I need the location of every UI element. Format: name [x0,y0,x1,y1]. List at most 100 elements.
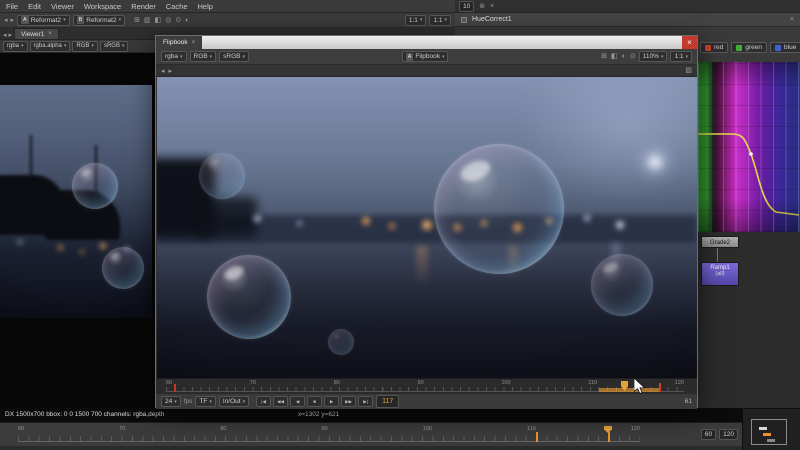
channel-toggle-button[interactable]: blue [770,42,800,53]
range-end-field[interactable]: 120 [719,429,738,440]
viewer-tool-icon[interactable]: ◐ [622,51,626,62]
viewer-tool-icon[interactable]: ⊙ [630,51,636,62]
flipbook-tool-icons: ⊞ ◧ ◐ ⊙ [601,51,636,62]
hue-curve-editor[interactable] [698,62,799,232]
viewer-tool-icon[interactable]: ⊙ [175,15,181,26]
flipbook-timeline[interactable]: 60708090100110120 [156,378,697,393]
flipbook-input-dropdown[interactable]: A Flipbook ▾ [402,51,449,62]
channel-dropdown[interactable]: RGB ▾ [72,41,98,52]
menu-item[interactable]: File [6,2,18,11]
node-grade2[interactable]: Grade2 [701,236,739,248]
next-arrow-icon[interactable]: ▸ [11,16,15,24]
proxy-dropdown[interactable]: 1:1 ▾ [670,51,692,62]
playback-button[interactable]: ◀◀ [273,396,288,407]
flipbook-nav-strip: ◂ ▸ ▨ [156,65,697,77]
channel-toggle-button[interactable]: green [731,42,767,53]
tab-label: Viewer1 [21,31,44,38]
in-point-marker[interactable] [174,384,176,392]
out-point-marker[interactable] [659,383,661,392]
viewer-tool-icon[interactable]: ◐ [185,15,189,26]
menu-item[interactable]: Workspace [84,2,121,11]
tab-viewer1[interactable]: Viewer1 × [14,28,59,39]
global-timeline[interactable]: 60708090100110120 60 120 [0,422,742,446]
next-arrow-icon[interactable]: ▸ [9,31,13,39]
status-bar: DX 1500x700 bbox: 0 0 1500 700 channels:… [0,408,742,422]
menu-item[interactable]: Cache [166,2,188,11]
zoom-dropdown[interactable]: 110% ▾ [639,51,668,62]
current-frame-field[interactable]: 117 [376,395,399,408]
viewer-tool-icon[interactable]: ◧ [611,51,618,62]
viewer-tool-icon[interactable]: ◎ [165,15,171,26]
node-graph[interactable]: Grade2 Ramp1 (all) [697,232,800,408]
menu-item[interactable]: Render [131,2,156,11]
channel-dropdown[interactable]: sRGB ▾ [100,41,129,52]
minimap-node [767,439,775,442]
channel-toggle-button[interactable]: red [700,42,728,53]
channel-dropdown[interactable]: rgba.alpha ▾ [30,41,71,52]
frame-label: 100 [423,426,432,432]
fps-dropdown[interactable]: 24 ▾ [161,396,181,407]
proxy-value: 1:1 [433,17,442,24]
flipbook-toolbar: rgba ▾ RGB ▾ sRGB ▾ A Flipbook ▾ ⊞ ◧ ◐ ⊙ [156,49,697,65]
input-b-dropdown[interactable]: B Reformat2 ▾ [73,15,126,26]
dag-minimap[interactable] [742,408,800,450]
close-icon[interactable]: × [48,31,52,37]
vignette [0,85,152,318]
frame-label: 80 [334,380,340,386]
colorspace-dropdown[interactable]: sRGB ▾ [219,51,249,62]
close-icon[interactable]: × [490,3,494,10]
curve-grid [698,62,799,232]
playback-button[interactable]: ▶▶ [341,396,356,407]
playback-button[interactable]: ▶ [324,396,339,407]
viewer-image[interactable] [0,85,152,318]
window-close-button[interactable]: × [682,36,697,49]
fps-suffix: fps [184,398,193,405]
prev-arrow-icon[interactable]: ◂ [3,31,7,39]
chevron-down-icon: ▾ [243,399,246,405]
flipbook-window: Flipbook × × rgba ▾ RGB ▾ sRGB ▾ A Flipb… [155,35,698,408]
viewer-tool-icon[interactable]: ▥ [144,15,151,26]
playback-button[interactable]: ◀ [290,396,305,407]
viewer-tool-icon[interactable]: ◧ [155,15,162,26]
roi-pencil-icon[interactable]: ▨ [685,65,692,76]
proxy-dropdown[interactable]: 1:1 ▾ [429,15,451,26]
close-icon[interactable]: × [790,16,794,23]
prev-arrow-icon[interactable]: ◂ [4,16,8,24]
playback-button[interactable]: ▶| [358,396,373,407]
menu-item[interactable]: Viewer [51,2,74,11]
gear-icon[interactable]: ⊛ [479,2,485,10]
properties-node-name: HueCorrect1 [472,16,512,23]
chevron-down-icon: ▾ [91,43,94,49]
viewer-tool-icon[interactable]: ⊞ [601,51,607,62]
menu-item[interactable]: Edit [28,2,41,11]
in-point-marker[interactable] [536,432,538,442]
range-mode-dropdown[interactable]: In/Out ▾ [219,396,249,407]
channel-dropdown[interactable]: rgba ▾ [3,41,28,52]
flipbook-titlebar[interactable]: Flipbook × × [156,36,697,49]
channels-dropdown[interactable]: rgba ▾ [161,51,187,62]
display-dropdown[interactable]: RGB ▾ [190,51,217,62]
tab-flipbook[interactable]: Flipbook × [156,36,202,49]
timeline-ruler[interactable] [18,436,640,442]
close-icon[interactable]: × [192,40,196,46]
chevron-down-icon: ▾ [180,54,183,60]
chevron-down-icon: ▾ [661,54,664,60]
range-start-field[interactable]: 60 [701,429,716,440]
out-point-marker[interactable] [608,432,610,442]
channels-value: rgba [165,53,178,60]
zoom-dropdown[interactable]: 1:1 ▾ [405,15,427,26]
properties-count-field[interactable]: 10 [459,1,474,12]
flipbook-image[interactable] [157,77,697,378]
cycle-dropdown[interactable]: TF ▾ [195,396,215,407]
channel-label: green [745,44,762,51]
playback-button[interactable]: ■ [307,396,322,407]
input-a-dropdown[interactable]: A Reformat2 ▾ [17,15,70,26]
mouse-cursor [634,378,645,394]
node-ramp1[interactable]: Ramp1 (all) [701,262,739,286]
menu-item[interactable]: Help [198,2,213,11]
viewer-tool-icon[interactable]: ⊞ [134,15,140,26]
playback-button[interactable]: |◀ [256,396,271,407]
prev-arrow-icon[interactable]: ◂ [161,67,165,75]
next-arrow-icon[interactable]: ▸ [169,67,173,75]
minimap-node [763,433,771,436]
